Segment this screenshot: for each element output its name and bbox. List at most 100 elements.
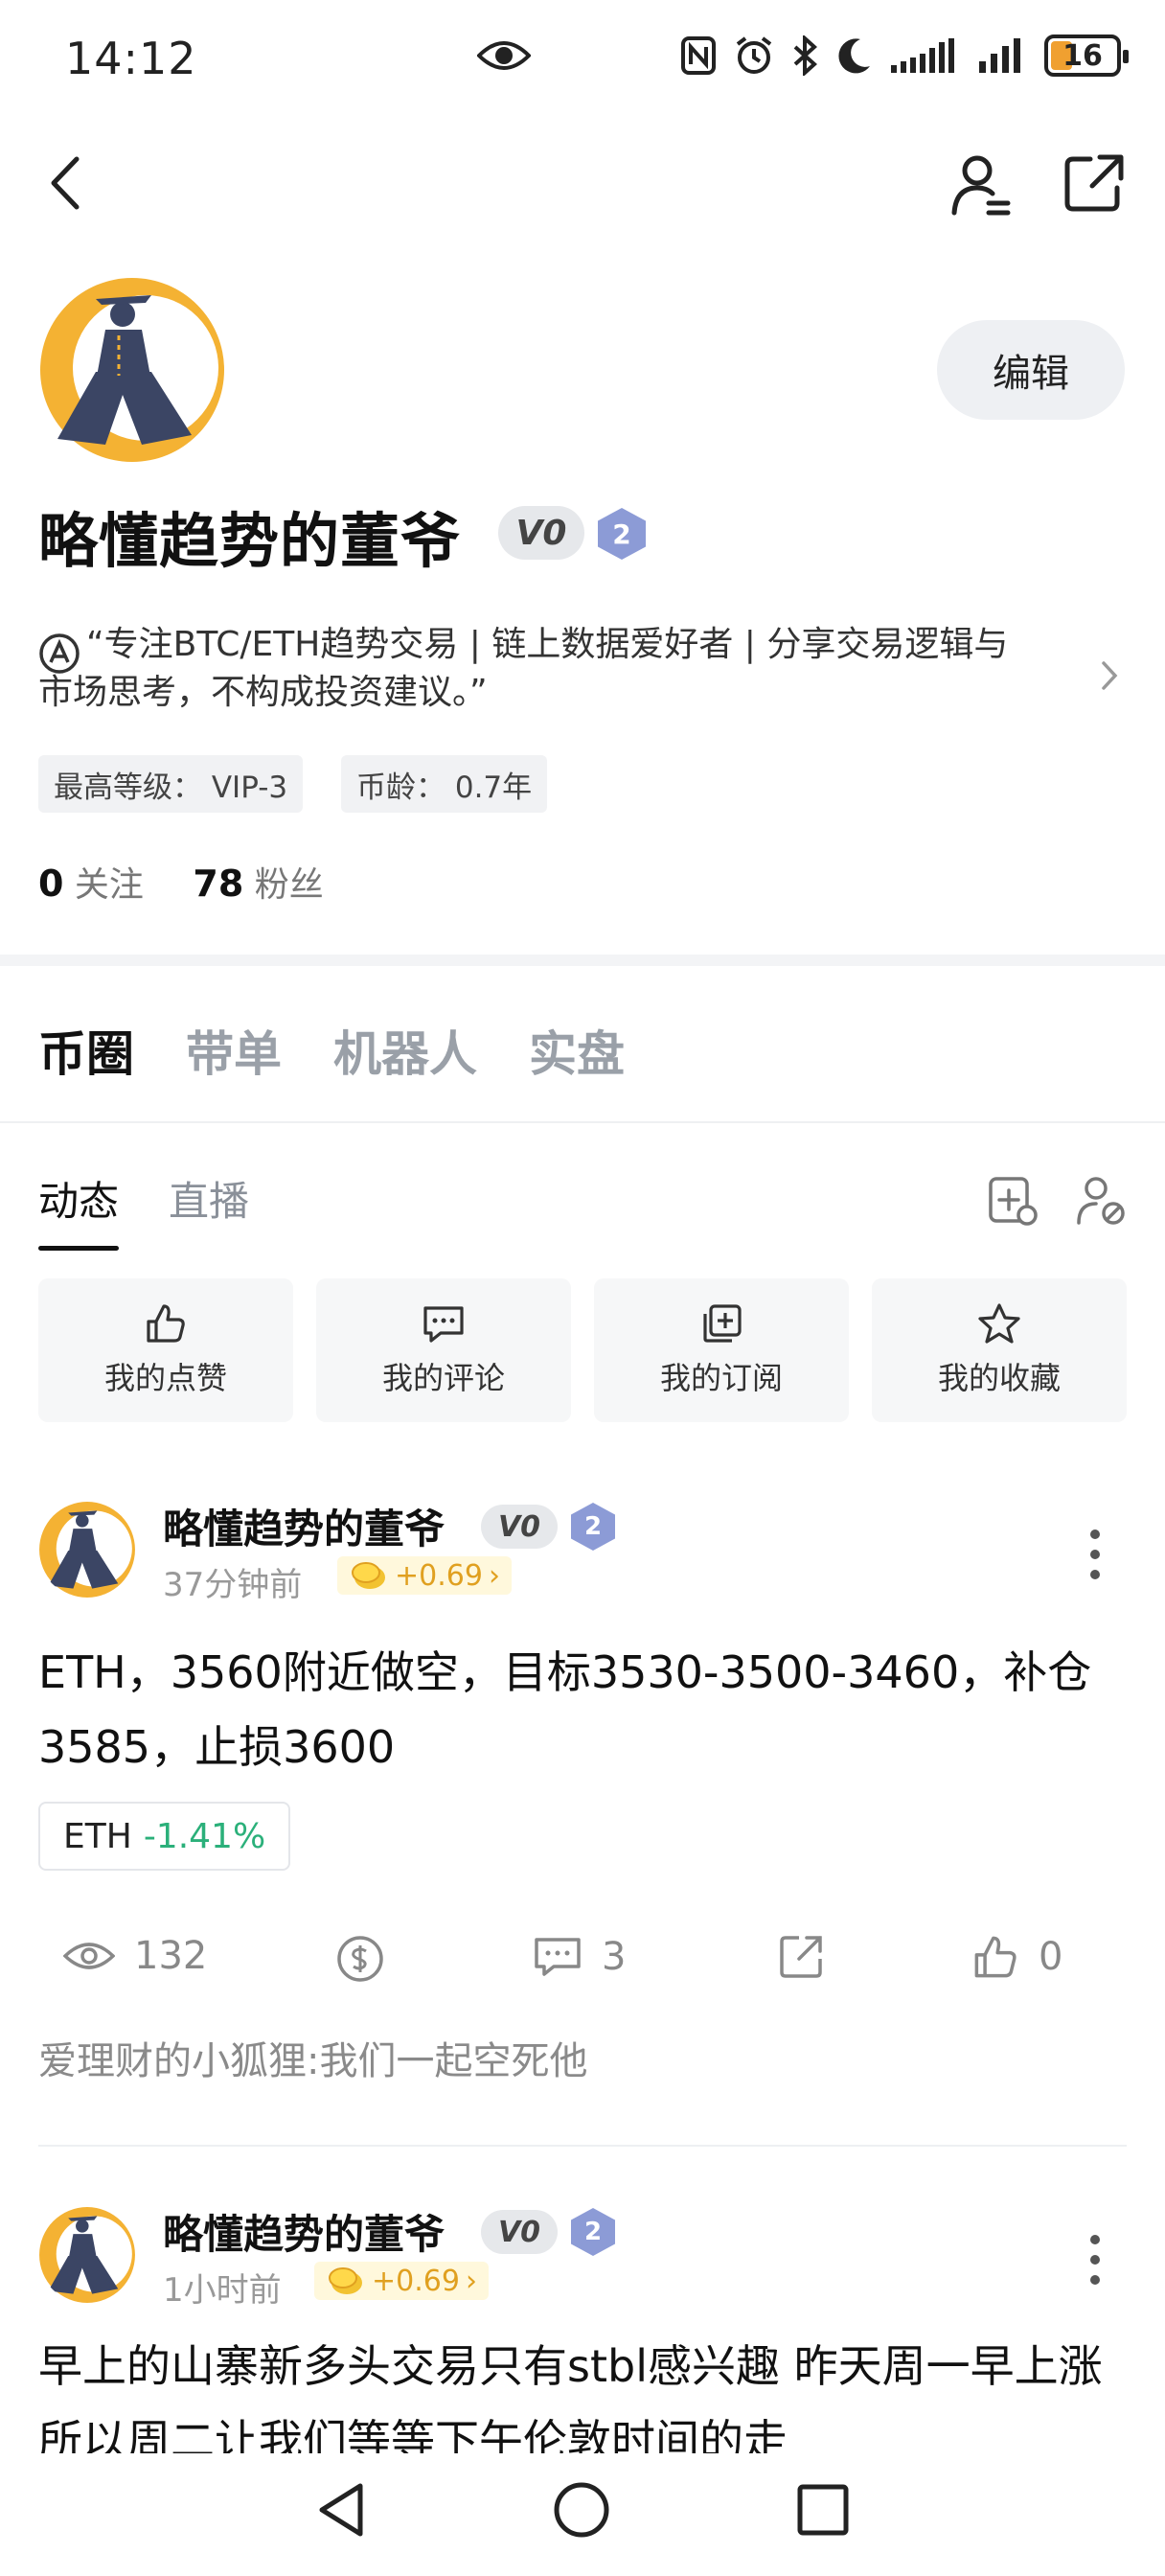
post-more-button[interactable] (1088, 1528, 1102, 1585)
comment-preview[interactable]: 爱理财的小狐狸:我们一起空死他 (38, 2030, 587, 2085)
tip-coin-icon (337, 1936, 383, 1982)
coin-icon (352, 1562, 385, 1589)
tab-copy-trading[interactable]: 带单 (186, 1016, 282, 1085)
user-manage-button[interactable] (1075, 1175, 1127, 1230)
more-vertical-icon (1090, 1530, 1100, 1579)
tag-coin-age: 币龄： 0.7年 (341, 755, 548, 813)
new-post-button[interactable] (987, 1175, 1039, 1230)
square-recents-icon (797, 2484, 849, 2536)
share-icon (1064, 154, 1124, 212)
post-content[interactable]: 早上的山寨新多头交易只有stbl感兴趣 昨天周一早上涨 所以周二让我们等等下午伦… (38, 2329, 1131, 2453)
tab-feed[interactable]: 动态 (38, 1169, 120, 1251)
followers-label: 粉丝 (254, 865, 324, 905)
share-post-button[interactable] (778, 1934, 824, 1980)
more-vertical-icon (1090, 2235, 1100, 2285)
followers-stat[interactable]: 78 粉丝 (193, 862, 324, 905)
coin-reward[interactable]: +0.69 › (337, 1556, 512, 1595)
vip-badge: V0 (498, 506, 584, 560)
post-author-name[interactable]: 略懂趋势的董爷 (163, 1497, 445, 1555)
comments-count: 3 (602, 1935, 627, 1979)
circle-home-icon (554, 2482, 609, 2538)
coin-icon (329, 2267, 362, 2294)
post-time: 1小时前 (163, 2271, 282, 2310)
user-block-icon (1077, 1177, 1125, 1225)
nav-back-button[interactable] (314, 2480, 368, 2543)
my-favorites-label: 我的收藏 (937, 1360, 1061, 1396)
tag-vip-level: 最高等级： VIP-3 (38, 755, 304, 813)
following-label: 关注 (74, 865, 144, 905)
signal-icon (891, 38, 954, 73)
edit-profile-button[interactable]: 编辑 (937, 320, 1125, 420)
sub-tabs: 动态 直播 (38, 1169, 249, 1251)
my-likes-label: 我的点赞 (103, 1360, 227, 1396)
comments-button[interactable]: 3 (533, 1934, 626, 1980)
chevron-right-icon[interactable] (1100, 659, 1119, 696)
tab-live[interactable]: 直播 (169, 1169, 249, 1228)
post-content[interactable]: ETH，3560附近做空，目标3530-3500-3460，补仓3585，止损3… (38, 1635, 1131, 1784)
comment-icon (423, 1306, 464, 1343)
coin-reward[interactable]: +0.69 › (314, 2262, 489, 2300)
moon-icon (838, 38, 870, 74)
views-stat: 132 (63, 1934, 207, 1978)
eye-icon (476, 36, 532, 79)
status-icons: 16 (680, 34, 1129, 77)
my-comments-button[interactable]: 我的评论 (316, 1278, 571, 1422)
followers-count: 78 (193, 862, 244, 905)
post-time: 37分钟前 (163, 1566, 303, 1604)
tab-crypto-circle[interactable]: 币圈 (38, 1016, 134, 1085)
ticker-change: -1.41% (143, 1816, 266, 1856)
alarm-icon (736, 36, 772, 74)
post-level-badge: 2 (571, 1503, 615, 1551)
eye-icon (63, 1943, 115, 1969)
nav-recents-button[interactable] (795, 2482, 851, 2542)
chevron-right-icon: › (488, 1558, 500, 1593)
like-button[interactable]: 0 (971, 1934, 1062, 1980)
post-author-name[interactable]: 略懂趋势的董爷 (163, 2202, 445, 2261)
profile-avatar[interactable] (38, 276, 226, 464)
tab-bots[interactable]: 机器人 (333, 1016, 477, 1085)
bluetooth-icon (793, 35, 817, 76)
main-tabs: 币圈 带单 机器人 实盘 (38, 1016, 625, 1085)
triangle-back-icon (319, 2483, 363, 2537)
my-subscriptions-label: 我的订阅 (659, 1360, 783, 1396)
profile-bio[interactable]: “专注BTC/ETH趋势交易 | 链上数据爱好者 | 分享交易逻辑与市场思考，不… (38, 621, 1035, 717)
ticker-symbol: ETH (63, 1816, 132, 1856)
following-stat[interactable]: 0 关注 (38, 862, 144, 905)
post-more-button[interactable] (1088, 2233, 1102, 2290)
thumbs-up-icon (147, 1304, 185, 1343)
coin-amount: +0.69 (372, 2264, 460, 2298)
post-level-badge: 2 (571, 2208, 615, 2256)
my-comments-label: 我的评论 (381, 1360, 505, 1396)
nav-home-button[interactable] (552, 2480, 611, 2543)
my-likes-button[interactable]: 我的点赞 (38, 1278, 293, 1422)
coin-amount: +0.69 (395, 1558, 483, 1593)
comment-icon (535, 1938, 581, 1976)
post-vip-badge: V0 (481, 1505, 558, 1549)
views-count: 132 (134, 1934, 208, 1978)
profile-name: 略懂趋势的董爷 (38, 506, 462, 576)
battery-icon: 16 (1044, 34, 1129, 77)
chevron-right-icon: › (465, 2264, 477, 2298)
battery-level: 16 (1062, 38, 1103, 73)
my-subscriptions-button[interactable]: 我的订阅 (594, 1278, 849, 1422)
tip-button[interactable] (335, 1934, 385, 1984)
likes-count: 0 (1039, 1935, 1063, 1979)
post-divider (38, 2145, 1127, 2147)
profile-settings-button[interactable] (950, 153, 1012, 220)
status-time: 14:12 (65, 33, 197, 84)
back-button[interactable] (46, 153, 84, 217)
ticker-chip[interactable]: ETH -1.41% (38, 1802, 291, 1871)
user-settings-icon (951, 155, 1011, 216)
nfc-icon (681, 36, 716, 75)
post-author-avatar[interactable] (38, 2206, 136, 2304)
signal-2-icon (979, 38, 1020, 73)
chevron-left-icon (51, 156, 80, 210)
star-icon (978, 1303, 1020, 1344)
following-count: 0 (38, 862, 64, 905)
add-post-icon (989, 1177, 1038, 1226)
share-button[interactable] (1063, 153, 1125, 217)
my-favorites-button[interactable]: 我的收藏 (872, 1278, 1127, 1422)
tab-live-account[interactable]: 实盘 (529, 1016, 625, 1085)
share-icon (780, 1936, 822, 1978)
post-author-avatar[interactable] (38, 1501, 136, 1598)
